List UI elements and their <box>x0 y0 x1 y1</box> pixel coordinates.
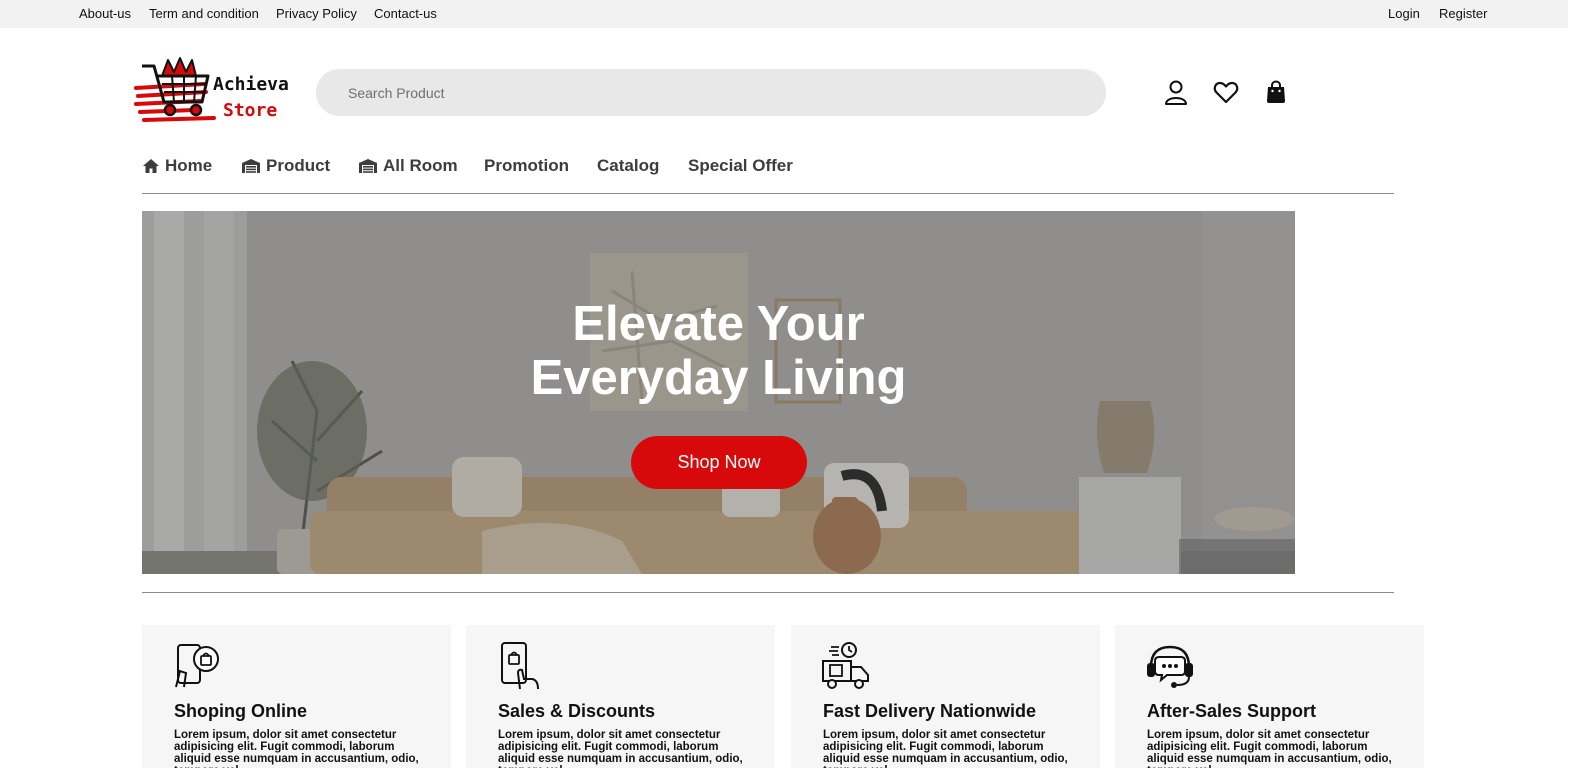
home-icon <box>143 159 159 173</box>
feature-description: Lorem ipsum, dolor sit amet consectetur … <box>823 729 1068 768</box>
search-input[interactable] <box>316 69 1106 116</box>
nav-all-room[interactable]: All Room <box>358 154 458 178</box>
terms-link[interactable]: Term and condition <box>149 6 259 21</box>
about-us-link[interactable]: About-us <box>79 6 131 21</box>
logo-text-store: Store <box>223 100 278 121</box>
nav-all-room-label: All Room <box>383 156 458 175</box>
heart-icon[interactable] <box>1212 78 1240 106</box>
phone-tap-icon <box>501 642 539 690</box>
nav-catalog-label: Catalog <box>597 156 660 175</box>
support-headset-icon <box>1147 645 1193 688</box>
nav-special-offer-label: Special Offer <box>688 156 793 175</box>
feature-card-after-sales: After-Sales Support Lorem ipsum, dolor s… <box>1115 625 1424 768</box>
user-icon[interactable] <box>1162 78 1190 106</box>
nav-product[interactable]: Product <box>241 154 330 178</box>
privacy-policy-link[interactable]: Privacy Policy <box>276 6 357 21</box>
nav-catalog[interactable]: Catalog <box>597 154 659 178</box>
login-link[interactable]: Login <box>1388 6 1420 21</box>
hero-divider <box>142 592 1394 593</box>
shopping-cart-logo-icon <box>134 57 216 122</box>
nav-product-label: Product <box>266 156 331 175</box>
nav-divider <box>142 193 1394 194</box>
hero-banner: Elevate Your Everyday Living Shop Now <box>142 211 1295 574</box>
warehouse-icon <box>359 159 377 173</box>
feature-card-fast-delivery: Fast Delivery Nationwide Lorem ipsum, do… <box>791 625 1100 768</box>
feature-card-shopping-online: Shoping Online Lorem ipsum, dolor sit am… <box>142 625 451 768</box>
store-logo[interactable]: Achieva Store <box>134 54 294 128</box>
feature-description: Lorem ipsum, dolor sit amet consectetur … <box>1147 729 1392 768</box>
feature-title: Shoping Online <box>174 701 307 721</box>
phone-shopping-icon <box>175 644 219 688</box>
nav-home-label: Home <box>165 156 213 175</box>
feature-description: Lorem ipsum, dolor sit amet consectetur … <box>174 729 419 768</box>
shop-now-button[interactable]: Shop Now <box>631 436 807 489</box>
logo-text-achieva: Achieva <box>213 74 289 95</box>
nav-special-offer[interactable]: Special Offer <box>688 154 793 178</box>
contact-us-link[interactable]: Contact-us <box>374 6 437 21</box>
feature-title: Fast Delivery Nationwide <box>823 701 1037 721</box>
nav-promotion-label: Promotion <box>484 156 569 175</box>
nav-home[interactable]: Home <box>142 154 212 178</box>
feature-title: After-Sales Support <box>1147 701 1317 721</box>
feature-card-sales-discounts: Sales & Discounts Lorem ipsum, dolor sit… <box>466 625 775 768</box>
warehouse-icon <box>242 159 260 173</box>
delivery-truck-icon <box>822 642 869 689</box>
hero-title: Elevate Your Everyday Living <box>142 297 1295 405</box>
nav-promotion[interactable]: Promotion <box>484 154 569 178</box>
hero-title-line-1: Elevate Your <box>572 297 865 351</box>
feature-description: Lorem ipsum, dolor sit amet consectetur … <box>498 729 743 768</box>
shopping-bag-icon[interactable] <box>1262 78 1290 106</box>
feature-title: Sales & Discounts <box>498 701 656 721</box>
hero-title-line-2: Everyday Living <box>530 351 907 405</box>
register-link[interactable]: Register <box>1439 6 1487 21</box>
top-bar: About-us Term and condition Privacy Poli… <box>0 0 1568 28</box>
